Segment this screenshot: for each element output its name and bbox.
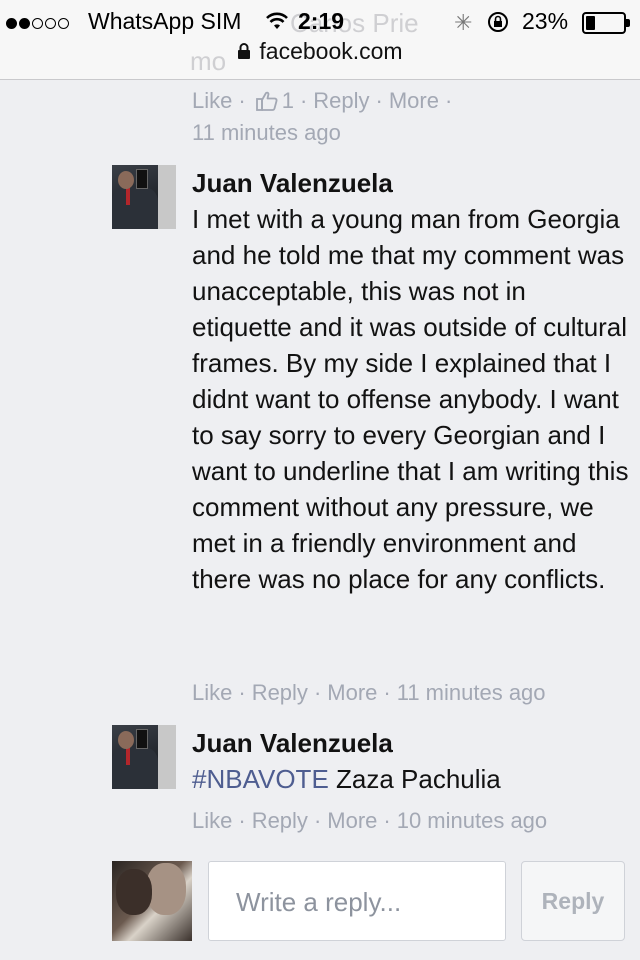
reply-button[interactable]: Reply [521,861,625,941]
thumbs-up-icon [255,91,278,117]
like-link[interactable]: Like [192,808,232,833]
url-bar[interactable]: facebook.com [0,38,640,72]
prev-comment-timestamp: 11 minutes ago [192,120,341,145]
comment-body: Zaza Pachulia [328,764,501,794]
comment-text: #NBAVOTE Zaza Pachulia [192,761,632,797]
reply-link[interactable]: Reply [252,808,308,833]
comment-actions: Like · Reply · More · 10 minutes ago [192,808,548,833]
browser-top-bar: Carlos Prie mo WhatsApp SIM 2:19 ✳ 23% f… [0,0,640,80]
comment-timestamp: 11 minutes ago [396,680,546,705]
avatar[interactable] [112,725,176,789]
reply-link[interactable]: Reply [313,88,369,113]
activity-spinner-icon: ✳ [454,10,473,35]
carrier-name: WhatsApp SIM [88,8,242,34]
comment-timestamp: 10 minutes ago [396,808,548,833]
current-user-avatar [112,861,192,941]
like-count: 1 [281,88,294,113]
more-link[interactable]: More [389,88,439,113]
signal-strength-icon [6,18,69,29]
hashtag-link[interactable]: #NBAVOTE [192,764,329,794]
comment-author[interactable]: Juan Valenzuela [192,728,393,759]
more-link[interactable]: More [327,680,377,705]
padlock-icon [237,39,251,66]
comment-text: I met with a young man from Georgia and … [192,204,629,594]
battery-percentage: 23% [522,8,569,34]
prev-comment-actions: Like · 1 · Reply · More · [192,88,458,117]
more-link[interactable]: More [327,808,377,833]
status-time: 2:19 [298,8,345,34]
avatar[interactable] [112,165,176,229]
comment-author[interactable]: Juan Valenzuela [192,168,393,199]
url-domain: facebook.com [259,38,403,64]
like-link[interactable]: Like [192,680,232,705]
comment-actions: Like · Reply · More · 11 minutes ago [192,680,546,705]
wifi-icon [265,10,289,37]
reply-input[interactable]: Write a reply... [208,861,506,941]
rotation-lock-icon [486,10,510,40]
like-link[interactable]: Like [192,88,232,113]
battery-icon [582,12,630,34]
reply-link[interactable]: Reply [252,680,308,705]
status-bar: WhatsApp SIM 2:19 ✳ 23% [0,4,640,38]
